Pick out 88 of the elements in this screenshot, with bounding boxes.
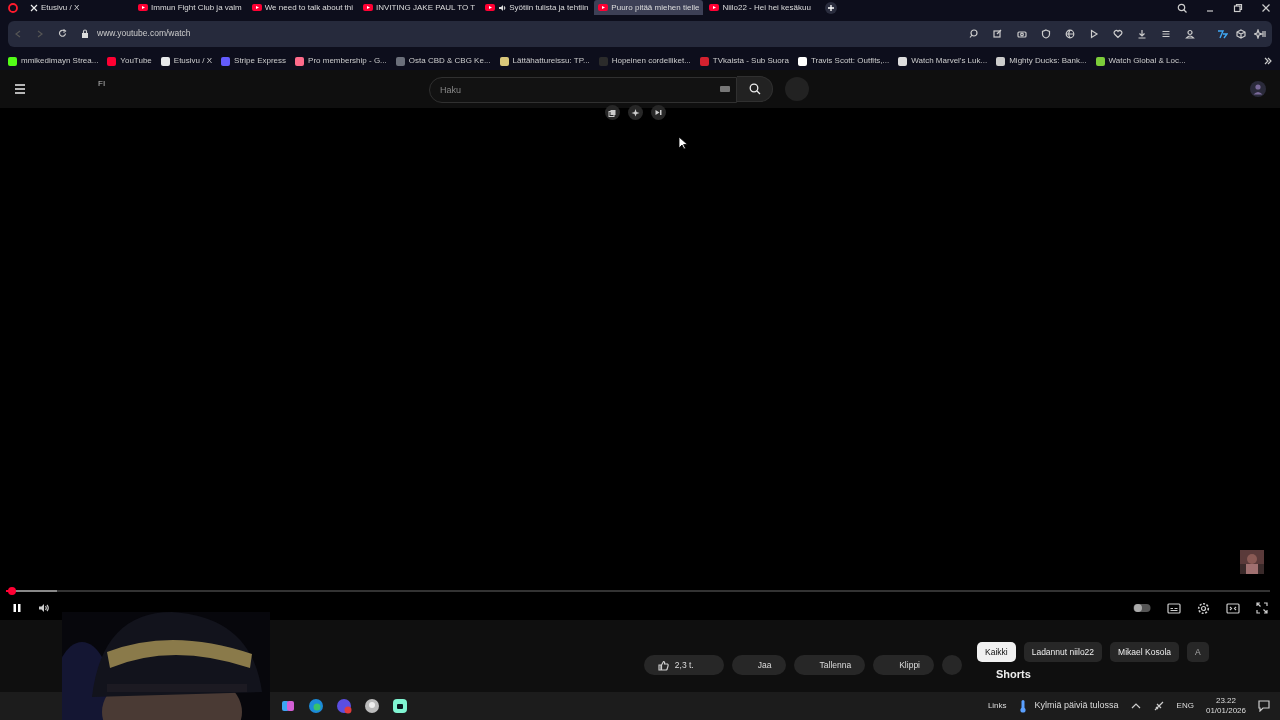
bookmark[interactable]: YouTube bbox=[107, 55, 152, 67]
x-logo-icon bbox=[30, 3, 38, 12]
zoom-icon[interactable] bbox=[969, 28, 979, 39]
settings-icon[interactable] bbox=[1197, 601, 1210, 615]
action-button[interactable]: Tallenna bbox=[793, 655, 866, 675]
copilot-icon[interactable] bbox=[280, 698, 296, 714]
bookmark[interactable]: Travis Scott: Outfits,... bbox=[797, 55, 890, 67]
download-icon[interactable] bbox=[1137, 28, 1147, 39]
browser-tab[interactable]: Immun Fight Club ja valm bbox=[134, 0, 246, 15]
bookmark[interactable]: Watch Marvel's Luk... bbox=[898, 55, 988, 67]
browser-tab[interactable]: Puuro pitää miehen tielle bbox=[594, 0, 704, 15]
bookmark[interactable]: Watch Global & Loc... bbox=[1095, 55, 1186, 67]
like-button[interactable]: 2,3 t. bbox=[643, 655, 724, 675]
browser-tab[interactable]: INVITING JAKE PAUL TO T bbox=[359, 0, 480, 15]
keyboard-icon bbox=[720, 85, 731, 92]
action-button[interactable]: Klippi bbox=[873, 655, 934, 675]
volume-icon[interactable] bbox=[38, 603, 50, 613]
edit-icon[interactable] bbox=[993, 28, 1003, 39]
skip-icon[interactable] bbox=[651, 105, 666, 120]
bookmark[interactable]: Mighty Ducks: Bank... bbox=[996, 55, 1087, 67]
cube-icon[interactable] bbox=[1236, 28, 1246, 39]
play-logo-icon bbox=[363, 4, 374, 11]
play-logo-icon bbox=[138, 4, 148, 11]
pause-icon[interactable] bbox=[12, 603, 22, 613]
browser-tab[interactable]: Syötiin tulista ja tehtiin bbox=[481, 0, 593, 15]
url-text[interactable]: www.youtube.com/watch bbox=[97, 27, 191, 40]
extension-logo-icon[interactable] bbox=[1217, 28, 1228, 39]
streamlabs-icon[interactable] bbox=[392, 698, 408, 714]
filter-chip[interactable]: Ladannut niilo22 bbox=[1023, 642, 1103, 662]
heart-icon[interactable] bbox=[1113, 28, 1123, 39]
play-logo-icon bbox=[709, 4, 720, 11]
bookmark[interactable]: Osta CBD & CBG Ke... bbox=[395, 55, 491, 67]
search-icon bbox=[748, 83, 761, 95]
browser-tab[interactable]: Niilo22 - Hei hei kesäkuu bbox=[705, 0, 815, 15]
region-label: FI bbox=[98, 78, 106, 90]
browser-tab[interactable]: Etusivu / X bbox=[26, 0, 132, 15]
new-tab-icon[interactable] bbox=[824, 1, 837, 14]
search-field[interactable]: Haku bbox=[429, 76, 738, 103]
clock-time[interactable]: 23.22 bbox=[1215, 696, 1236, 706]
scrubber-handle[interactable] bbox=[8, 587, 17, 595]
search-button[interactable] bbox=[737, 76, 774, 102]
weather-widget[interactable]: Kylmiä päiviä tulossa bbox=[1018, 699, 1119, 713]
autoplay-toggle[interactable] bbox=[1133, 603, 1151, 613]
profile-icon[interactable] bbox=[1185, 28, 1195, 39]
bookmark[interactable]: mmikedimayn Strea... bbox=[8, 55, 99, 67]
globe-icon[interactable] bbox=[1065, 28, 1075, 39]
notifications-icon[interactable] bbox=[1258, 700, 1270, 712]
language-indicator[interactable]: ENG bbox=[1176, 700, 1194, 712]
search-icon[interactable] bbox=[1177, 2, 1187, 13]
menu-icon[interactable] bbox=[1161, 28, 1171, 39]
caret-up-icon[interactable] bbox=[1130, 702, 1141, 710]
subtitles-icon[interactable] bbox=[1167, 602, 1181, 614]
action-button[interactable]: Jaa bbox=[731, 655, 786, 675]
bookmark[interactable]: Hopeinen cordelliket... bbox=[598, 55, 691, 67]
ai-sparkle-icon[interactable] bbox=[1254, 28, 1266, 39]
browser-tab[interactable]: We need to talk about thi bbox=[247, 0, 358, 15]
shield-icon[interactable] bbox=[1041, 28, 1051, 39]
filter-chip[interactable]: Mikael Kosola bbox=[1110, 642, 1179, 662]
bookmark[interactable]: Lättähattureissu: TP... bbox=[499, 55, 590, 67]
reload-icon[interactable] bbox=[58, 29, 67, 38]
bookmark[interactable]: Pro membership - G... bbox=[295, 55, 387, 67]
section-heading: Shorts bbox=[996, 668, 1032, 680]
copy-icon[interactable] bbox=[605, 105, 620, 120]
chevron-icon[interactable] bbox=[1264, 57, 1272, 65]
thumbs-up-icon bbox=[657, 659, 669, 671]
play-logo-icon bbox=[598, 4, 609, 11]
bookmark[interactable]: Stripe Express bbox=[221, 55, 287, 67]
pointer-icon bbox=[678, 136, 688, 150]
avatar-icon[interactable] bbox=[1250, 81, 1266, 97]
sparkle-icon[interactable] bbox=[628, 105, 643, 120]
play-outline-icon[interactable] bbox=[1089, 28, 1099, 39]
close-icon[interactable] bbox=[1261, 2, 1271, 13]
restore-icon[interactable] bbox=[1233, 2, 1243, 13]
theater-mode-icon[interactable] bbox=[1226, 602, 1240, 614]
lock-icon bbox=[81, 29, 89, 38]
links-toolbar-label[interactable]: Links bbox=[987, 700, 1007, 712]
play-logo-icon bbox=[485, 4, 496, 11]
browser-logo-icon[interactable] bbox=[8, 2, 18, 13]
camera-icon[interactable] bbox=[1017, 28, 1027, 39]
play-logo-icon bbox=[251, 4, 262, 11]
clock-date[interactable]: 01/01/2026 bbox=[1205, 706, 1246, 716]
filter-chip[interactable]: A bbox=[1187, 642, 1209, 662]
thermometer-icon bbox=[1018, 699, 1027, 713]
bookmark[interactable]: TVkaista - Sub Suora bbox=[699, 55, 789, 67]
filter-chip[interactable]: Kaikki bbox=[977, 642, 1016, 662]
fullscreen-icon[interactable] bbox=[1256, 602, 1268, 614]
menu-icon[interactable] bbox=[14, 84, 26, 94]
bookmark[interactable]: Etusivu / X bbox=[160, 55, 213, 67]
